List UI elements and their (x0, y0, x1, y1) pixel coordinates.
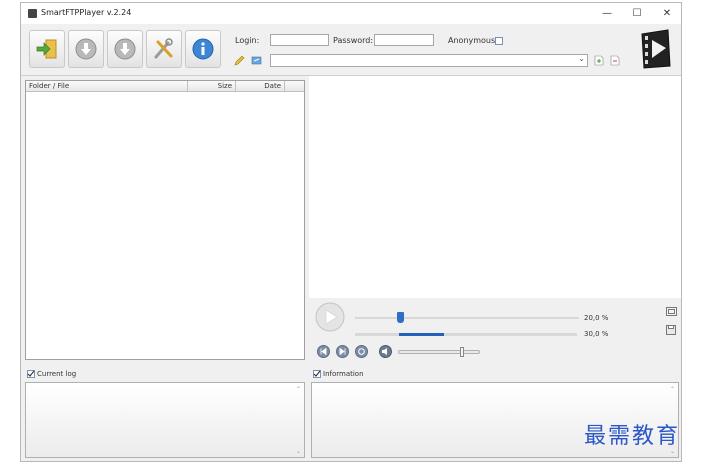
close-button[interactable]: ✕ (657, 6, 677, 21)
download-button[interactable] (68, 30, 104, 68)
about-button[interactable] (185, 30, 221, 68)
save-icon[interactable] (666, 325, 676, 335)
current-log-box[interactable]: ⌃ ⌄ (25, 382, 305, 458)
volume-slider-thumb[interactable] (460, 347, 465, 357)
volume-slider[interactable] (398, 347, 480, 357)
login-input[interactable] (270, 34, 329, 46)
fullscreen-icon[interactable] (666, 307, 677, 316)
volume-icon[interactable] (379, 345, 392, 358)
scroll-up-icon[interactable]: ⌃ (296, 386, 301, 393)
checkmark-icon (313, 370, 321, 377)
repeat-icon[interactable] (355, 345, 368, 358)
remove-bookmark-icon[interactable] (610, 55, 620, 66)
film-player-logo-icon (641, 29, 671, 69)
buffer-bar-fill (399, 333, 444, 336)
maximize-button[interactable]: ☐ (627, 6, 647, 21)
app-window: SmartFTPPlayer v.2.24 — ☐ ✕ Login: Passw… (20, 2, 682, 462)
previous-icon[interactable] (317, 345, 330, 358)
toolbar: Login: Password: Anonymous ⌄ (21, 24, 681, 76)
window-title: SmartFTPPlayer v.2.24 (41, 8, 132, 17)
scroll-up-icon[interactable]: ⌃ (670, 386, 675, 393)
password-label: Password: (333, 36, 374, 45)
player-controls: 20,0 % 30,0 % (309, 298, 681, 362)
information-label: Information (323, 370, 364, 378)
pencil-icon[interactable] (234, 55, 245, 66)
refresh-icon[interactable] (251, 55, 262, 66)
checkmark-icon (27, 370, 35, 377)
play-icon[interactable] (315, 302, 345, 332)
column-header-date[interactable]: Date (236, 81, 285, 92)
information-checkbox[interactable] (313, 370, 321, 378)
tools-icon (154, 38, 173, 59)
current-log-checkbox[interactable] (27, 370, 35, 378)
current-log-label: Current log (37, 370, 77, 378)
download-all-button[interactable] (107, 30, 143, 68)
connect-button[interactable] (29, 30, 65, 68)
title-bar: SmartFTPPlayer v.2.24 — ☐ ✕ (21, 3, 681, 24)
app-icon (28, 9, 37, 18)
url-combobox[interactable]: ⌄ (270, 54, 588, 67)
info-icon (192, 38, 214, 60)
watermark-text: 最需教育 (584, 424, 681, 449)
minimize-button[interactable]: — (597, 6, 617, 21)
scroll-down-icon[interactable]: ⌄ (296, 448, 301, 455)
anonymous-checkbox[interactable] (495, 37, 503, 45)
buffer-bar (355, 333, 577, 336)
password-input[interactable] (374, 34, 434, 46)
column-header-folder[interactable]: Folder / File (26, 81, 188, 92)
connect-arrow-icon (36, 39, 57, 59)
chevron-down-icon[interactable]: ⌄ (578, 54, 585, 63)
position-slider[interactable] (355, 312, 579, 323)
download-icon (75, 38, 97, 60)
column-header-filler (285, 81, 304, 92)
next-icon[interactable] (336, 345, 349, 358)
file-list-panel[interactable]: Folder / File Size Date (25, 80, 305, 360)
buffer-percent: 30,0 % (584, 330, 609, 338)
video-panel: 20,0 % 30,0 % (309, 76, 681, 362)
position-percent: 20,0 % (584, 314, 609, 322)
login-label: Login: (235, 36, 260, 45)
settings-button[interactable] (146, 30, 182, 68)
download-icon (114, 38, 136, 60)
position-slider-thumb[interactable] (396, 312, 404, 323)
add-bookmark-icon[interactable] (594, 55, 604, 66)
column-header-size[interactable]: Size (188, 81, 236, 92)
anonymous-label: Anonymous (448, 36, 496, 45)
